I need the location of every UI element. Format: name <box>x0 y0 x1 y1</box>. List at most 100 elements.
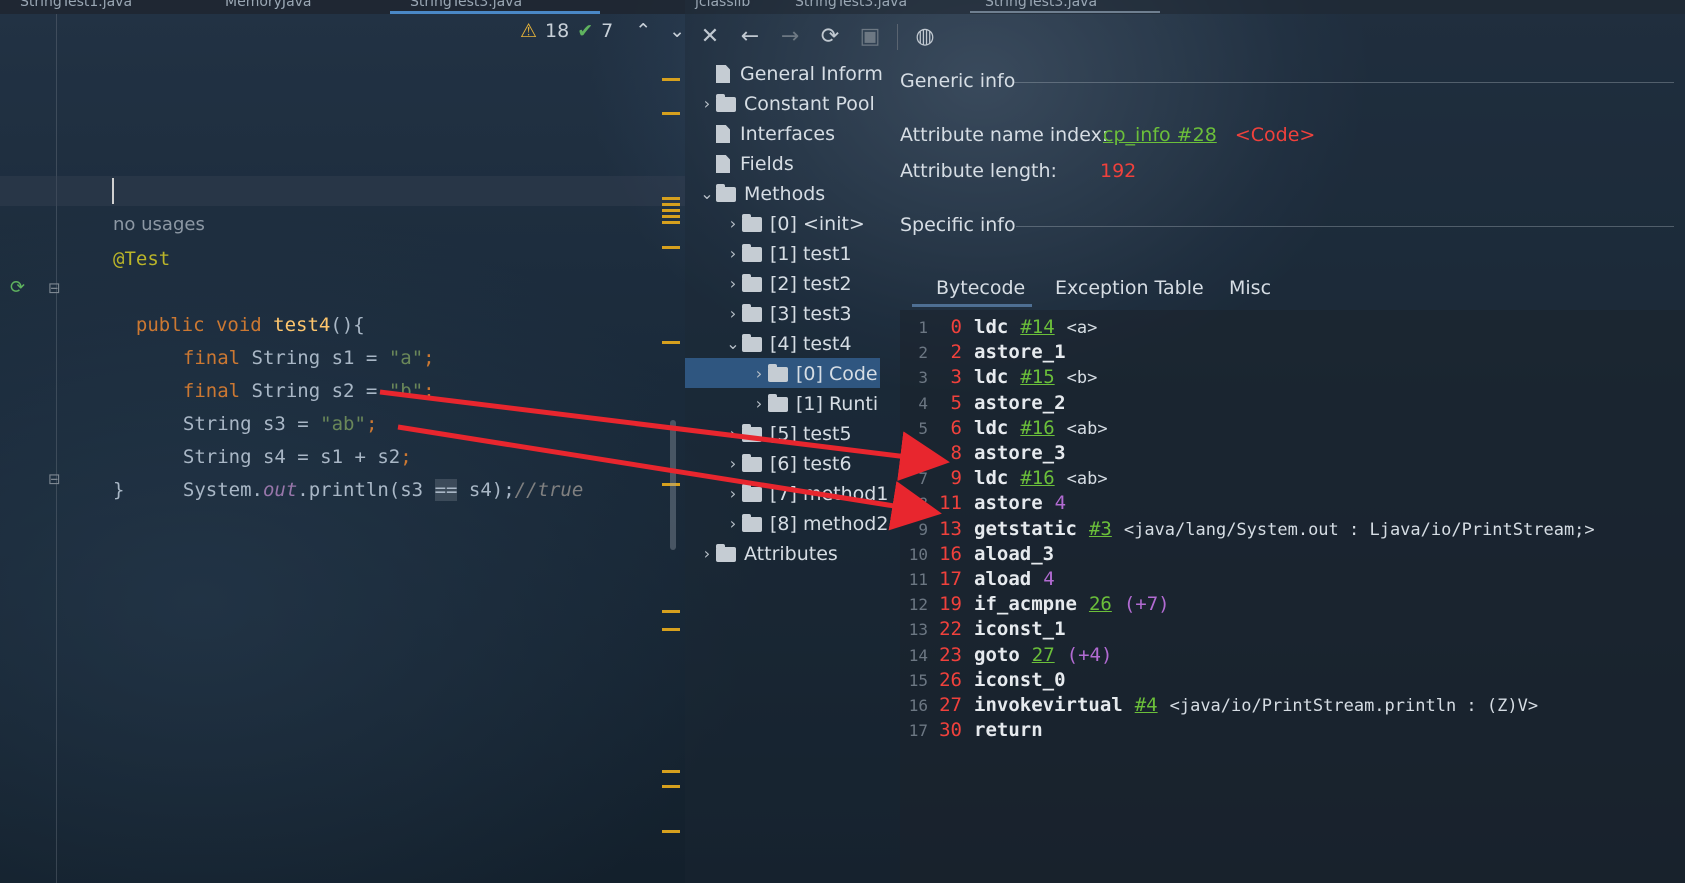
chevron-down-icon[interactable]: ⌄ <box>698 179 716 209</box>
stripe-mark[interactable] <box>662 770 680 773</box>
chevron-right-icon[interactable]: › <box>724 209 742 239</box>
bytecode-reference-link[interactable]: #4 <box>1135 694 1158 716</box>
browser-icon[interactable]: ◍ <box>912 24 938 50</box>
cp-info-link[interactable]: cp_info #28 <box>1103 124 1217 146</box>
bytecode-instruction[interactable]: 0 ldc #14 <a> <box>932 314 1098 341</box>
tree-fields[interactable]: Fields <box>698 149 794 179</box>
bytecode-instruction[interactable]: 16 aload_3 <box>932 541 1054 568</box>
bytecode-reference-link[interactable]: #14 <box>1020 316 1054 338</box>
bytecode-instruction[interactable]: 22 iconst_1 <box>932 616 1065 643</box>
stripe-mark[interactable] <box>662 78 680 81</box>
tab-bytecode[interactable]: Bytecode <box>936 270 1025 306</box>
stripe-mark[interactable] <box>662 246 680 249</box>
stripe-mark[interactable] <box>662 112 680 115</box>
inspection-status[interactable]: ⚠ 18 ✔ 7 ⌃ ⌄ <box>520 20 685 42</box>
next-highlight-icon[interactable]: ⌄ <box>669 20 685 42</box>
save-icon[interactable]: ▣ <box>857 24 883 50</box>
chevron-right-icon[interactable]: › <box>724 299 742 329</box>
tree-method-test2[interactable]: › [2] test2 <box>724 269 852 299</box>
bytecode-instruction[interactable]: 11 astore 4 <box>932 490 1066 517</box>
bytecode-instruction[interactable]: 3 ldc #15 <b> <box>932 364 1098 391</box>
chevron-down-icon[interactable]: ⌄ <box>724 329 742 359</box>
tree-method-method2[interactable]: › [8] method2 <box>724 509 889 539</box>
tree-method-test6[interactable]: › [6] test6 <box>724 449 852 479</box>
bytecode-reference-link[interactable]: #3 <box>1089 518 1112 540</box>
usages-hint[interactable]: no usages <box>113 214 205 235</box>
chevron-right-icon[interactable]: › <box>724 269 742 299</box>
tree-interfaces[interactable]: Interfaces <box>698 119 835 149</box>
tab-exception-table[interactable]: Exception Table <box>1055 270 1204 306</box>
chevron-right-icon[interactable]: › <box>724 479 742 509</box>
bytecode-instruction[interactable]: 6 ldc #16 <ab> <box>932 415 1108 442</box>
bytecode-instruction[interactable]: 23 goto 27 (+4) <box>932 642 1112 669</box>
viewer-active-indicator <box>970 11 1160 13</box>
bytecode-reference-link[interactable]: #15 <box>1020 366 1054 388</box>
stripe-mark[interactable] <box>662 830 680 833</box>
tree-method-test5[interactable]: › [5] test5 <box>724 419 852 449</box>
fold-end-icon[interactable]: ⊟ <box>48 470 61 488</box>
bytecode-instruction[interactable]: 19 if_acmpne 26 (+7) <box>932 591 1170 618</box>
viewer-tab-3[interactable]: StringTest3.java <box>985 0 1097 10</box>
fold-icon[interactable]: ⊟ <box>48 279 61 297</box>
stripe-mark[interactable] <box>662 341 680 344</box>
tree-label: [5] test5 <box>770 423 852 445</box>
code-line-close-brace[interactable]: } <box>113 474 124 507</box>
prev-highlight-icon[interactable]: ⌃ <box>635 20 651 42</box>
chevron-right-icon[interactable]: › <box>750 359 768 389</box>
bytecode-instruction[interactable]: 2 astore_1 <box>932 339 1066 366</box>
tab-misc[interactable]: Misc <box>1229 270 1271 306</box>
tree-constant-pool[interactable]: › Constant Pool <box>698 89 875 119</box>
chevron-right-icon[interactable]: › <box>724 509 742 539</box>
run-test-icon[interactable]: ⟳ <box>10 277 25 298</box>
editor-scrollbar[interactable] <box>670 420 676 550</box>
bytecode-instruction[interactable]: 8 astore_3 <box>932 440 1066 467</box>
bytecode-instruction[interactable]: 17 aload 4 <box>932 566 1055 593</box>
bytecode-instruction[interactable]: 27 invokevirtual #4 <java/io/PrintStream.pr… <box>932 692 1538 719</box>
stripe-mark[interactable] <box>662 785 680 788</box>
stripe-mark[interactable] <box>662 610 680 613</box>
refresh-icon[interactable]: ⟳ <box>817 24 843 50</box>
viewer-tab-1[interactable]: jclasslib <box>695 0 750 10</box>
back-icon[interactable]: ← <box>737 24 763 50</box>
tree-method-method1[interactable]: › [7] method1 <box>724 479 889 509</box>
forward-icon[interactable]: → <box>777 24 803 50</box>
tree-method-test3[interactable]: › [3] test3 <box>724 299 852 329</box>
viewer-tab-2[interactable]: StringTest3.java <box>795 0 907 10</box>
tree-general-info[interactable]: General Inform <box>698 59 883 89</box>
chevron-right-icon[interactable]: › <box>724 449 742 479</box>
tab-stringtest1[interactable]: StringTest1.java <box>20 0 132 10</box>
bytecode-reference-link[interactable]: 27 <box>1032 644 1055 666</box>
tab-stringtest3[interactable]: StringTest3.java <box>410 0 522 10</box>
tree-method-init[interactable]: › [0] <init> <box>724 209 865 239</box>
bytecode-instruction[interactable]: 5 astore_2 <box>932 390 1066 417</box>
bytecode-instruction[interactable]: 9 ldc #16 <ab> <box>932 465 1108 492</box>
stripe-mark[interactable] <box>662 628 680 631</box>
tree-method-test4[interactable]: ⌄ [4] test4 <box>724 329 851 359</box>
folder-icon <box>742 273 762 292</box>
chevron-right-icon[interactable]: › <box>724 239 742 269</box>
bytecode-opcode: astore <box>974 492 1043 514</box>
bytecode-reference-link[interactable]: #16 <box>1020 417 1054 439</box>
attribute-length-value: 192 <box>1100 160 1137 182</box>
bytecode-instruction[interactable]: 26 iconst_0 <box>932 667 1065 694</box>
chevron-right-icon[interactable]: › <box>698 539 716 569</box>
chevron-right-icon[interactable]: › <box>750 389 768 419</box>
close-icon[interactable]: ✕ <box>697 24 723 50</box>
annotation-test[interactable]: @Test <box>113 243 170 276</box>
stripe-mark-group[interactable] <box>662 197 680 227</box>
tree-method-test1[interactable]: › [1] test1 <box>724 239 852 269</box>
tree-attr-runtime[interactable]: › [1] Runti <box>750 389 878 419</box>
code-line-println[interactable]: System.out.println(s3 == s4);//true <box>160 441 583 507</box>
chevron-right-icon[interactable]: › <box>698 89 716 119</box>
semicolon: ; <box>423 380 435 402</box>
bytecode-instruction[interactable]: 30 return <box>932 717 1043 744</box>
tab-memory[interactable]: MemoryJava <box>225 0 312 10</box>
bytecode-instruction[interactable]: 13 getstatic #3 <java/lang/System.out : Lja… <box>932 516 1595 543</box>
tree-attributes[interactable]: › Attributes <box>698 539 838 569</box>
warning-icon: ⚠ <box>520 20 538 42</box>
tree-attr-code[interactable]: › [0] Code <box>750 359 878 389</box>
bytecode-reference-link[interactable]: #16 <box>1020 467 1054 489</box>
tree-methods[interactable]: ⌄ Methods <box>698 179 825 209</box>
chevron-right-icon[interactable]: › <box>724 419 742 449</box>
bytecode-reference-link[interactable]: 26 <box>1089 593 1112 615</box>
